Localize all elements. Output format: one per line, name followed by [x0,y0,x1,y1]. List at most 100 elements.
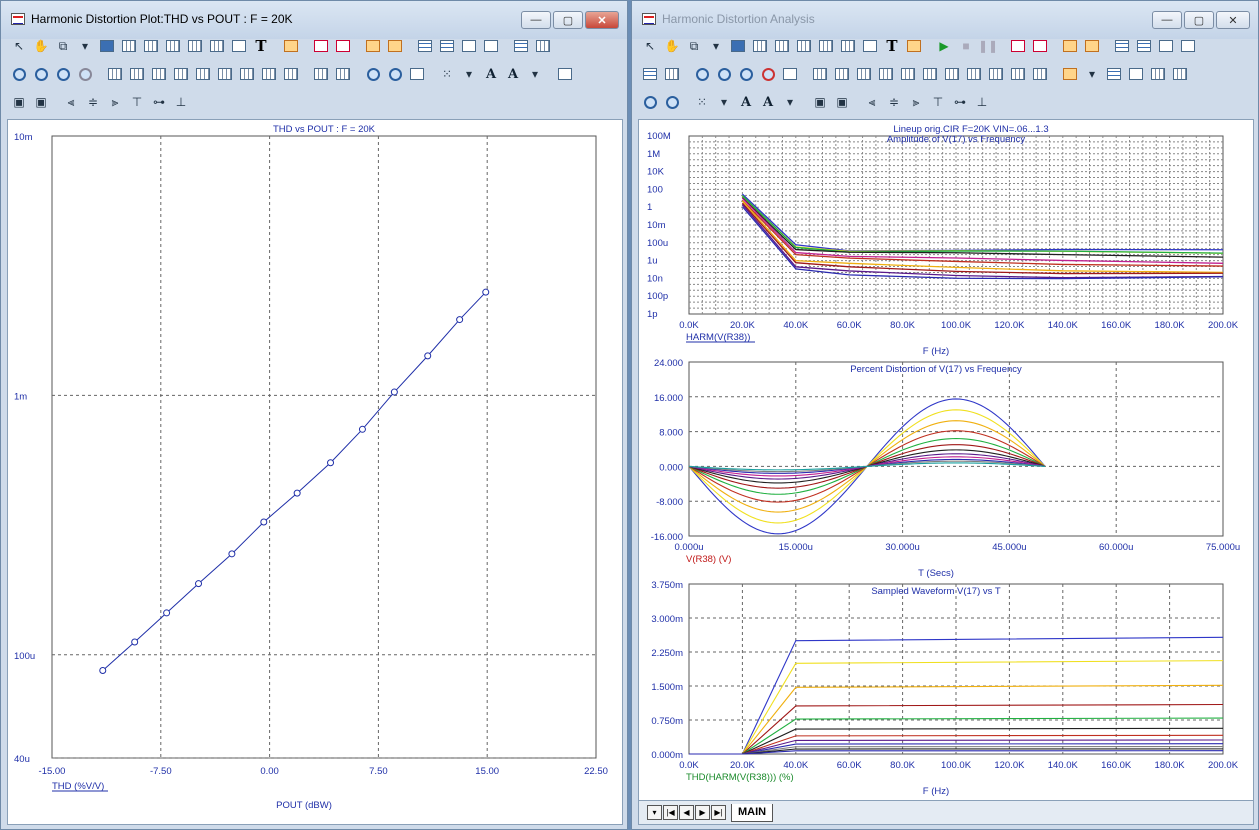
text-tool-icon[interactable]: T [882,36,902,56]
cursor-valley-icon[interactable] [127,64,147,84]
last-tab-button[interactable]: ▶| [711,805,726,820]
dropdown-icon[interactable]: ▾ [75,36,95,56]
minimize-button[interactable]: — [521,11,551,29]
cursor-valley-icon[interactable] [832,64,852,84]
run-icon[interactable]: ▶ [934,36,954,56]
next-tab-button[interactable]: ▶ [695,805,710,820]
zoom-out-2-icon[interactable] [385,64,405,84]
layout-4-icon[interactable] [481,36,501,56]
properties-icon[interactable] [780,64,800,84]
align-middle-icon[interactable]: ⊶ [950,92,970,112]
align-bottom-icon[interactable]: ⊥ [972,92,992,112]
plot-properties-icon[interactable] [141,36,161,56]
layout-3-icon[interactable] [459,36,479,56]
label-icon[interactable] [904,36,924,56]
send-back-icon[interactable]: ▣ [31,92,51,112]
box-icon[interactable] [363,36,383,56]
grid-box-icon[interactable] [1082,36,1102,56]
window-icon[interactable] [97,36,117,56]
tab-main[interactable]: MAIN [731,803,774,822]
copy-icon[interactable]: ⧉ [684,36,704,56]
plot-properties-icon[interactable] [772,36,792,56]
analysis-plot-area[interactable]: 100M 1M 10K 100 1 10m 100u 1u 10n 100p 1p 0.0K 20.0K… [638,119,1254,801]
thd-plot-area[interactable]: -15.00 -7.50 0.00 7.50 15.00 22.50 10m 1m 100u 40… [7,119,623,825]
align-left-icon[interactable]: ⫷ [61,92,81,112]
zoom-y-icon[interactable] [31,64,51,84]
scale-icon[interactable] [163,36,183,56]
clipboard-icon[interactable] [1060,64,1080,84]
cursor-icon[interactable] [207,36,227,56]
cursor-slope-icon[interactable] [920,64,940,84]
layout-1-icon[interactable] [415,36,435,56]
list-icon[interactable] [1104,64,1124,84]
zoom-out-2-icon[interactable] [662,92,682,112]
dropdown-icon[interactable]: ▾ [706,36,726,56]
cursor-low-icon[interactable] [876,64,896,84]
axis-icon[interactable] [816,36,836,56]
pause-icon[interactable]: ❚❚ [978,36,998,56]
red-line-icon[interactable] [311,36,331,56]
cursor-top-icon[interactable] [259,64,279,84]
align-middle-icon[interactable]: ⊶ [149,92,169,112]
cursor-next-icon[interactable] [986,64,1006,84]
font-color-icon[interactable]: A [758,92,778,112]
function-icon[interactable] [229,36,249,56]
maximize-button[interactable]: ▢ [553,11,583,29]
cursor-slope-icon[interactable] [215,64,235,84]
tab-menu-button[interactable]: ▾ [647,805,662,820]
select-arrow-icon[interactable]: ↖ [9,36,29,56]
align-bottom-icon[interactable]: ⊥ [171,92,191,112]
close-button[interactable]: ✕ [585,11,619,29]
align-right-icon[interactable]: ⫸ [105,92,125,112]
go-y-icon[interactable] [1170,64,1190,84]
layout-2-icon[interactable] [437,36,457,56]
cursor-icon[interactable] [838,36,858,56]
red-line-2-icon[interactable] [333,36,353,56]
pan-hand-icon[interactable]: ✋ [31,36,51,56]
font-icon[interactable]: A [481,64,501,84]
grid-dropdown-icon[interactable]: ▾ [459,64,479,84]
zoom-region-icon[interactable] [119,36,139,56]
box-icon[interactable] [1060,36,1080,56]
grid-dropdown-icon[interactable]: ▾ [714,92,734,112]
layout-4-icon[interactable] [1178,36,1198,56]
align-left-icon[interactable]: ⫷ [862,92,882,112]
align-top-icon[interactable]: ⊤ [928,92,948,112]
cursor-top-icon[interactable] [964,64,984,84]
tile-icon[interactable] [662,64,682,84]
zoom-z-icon[interactable] [53,64,73,84]
minimize-button[interactable]: — [1152,11,1182,29]
stop-icon[interactable]: ■ [956,36,976,56]
red-line-2-icon[interactable] [1030,36,1050,56]
cursor-high-icon[interactable] [149,64,169,84]
tile-icon[interactable] [533,36,553,56]
layout-2-icon[interactable] [1134,36,1154,56]
cursor-low-icon[interactable] [171,64,191,84]
go-y-icon[interactable] [333,64,353,84]
font-dropdown-icon[interactable]: ▾ [525,64,545,84]
send-back-icon[interactable]: ▣ [832,92,852,112]
text-tool-icon[interactable]: T [251,36,271,56]
cursor-prev-icon[interactable] [1008,64,1028,84]
grid-dots-icon[interactable]: ⁙ [692,92,712,112]
camera-icon[interactable] [555,64,575,84]
zoom-out-icon[interactable] [758,64,778,84]
layout-3-icon[interactable] [1156,36,1176,56]
zoom-in-icon[interactable] [640,92,660,112]
zoom-out-icon[interactable] [75,64,95,84]
scale-icon[interactable] [794,36,814,56]
go-x-icon[interactable] [311,64,331,84]
zoom-z-icon[interactable] [736,64,756,84]
cursor-inflection-icon[interactable] [193,64,213,84]
cursor-high-icon[interactable] [854,64,874,84]
zoom-region-icon[interactable] [750,36,770,56]
align-center-icon[interactable]: ≑ [83,92,103,112]
window-icon[interactable] [728,36,748,56]
zoom-x-icon[interactable] [9,64,29,84]
go-x-icon[interactable] [1148,64,1168,84]
font-color-icon[interactable]: A [503,64,523,84]
grid-dots-icon[interactable]: ⁙ [437,64,457,84]
label-icon[interactable] [281,36,301,56]
align-right-icon[interactable]: ⫸ [906,92,926,112]
cursor-bottom-icon[interactable] [942,64,962,84]
